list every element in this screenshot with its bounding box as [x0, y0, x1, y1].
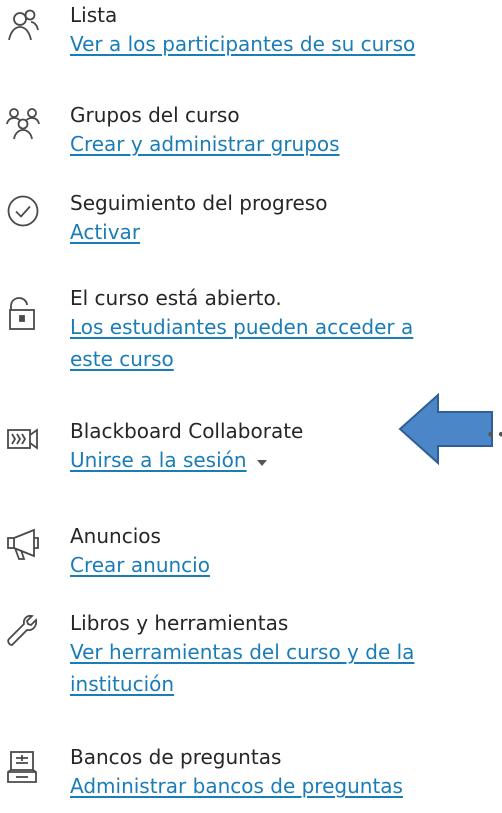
join-session-link[interactable]: Unirse a la sesión — [70, 448, 247, 472]
wrench-icon — [6, 614, 40, 648]
question-banks-link[interactable]: Administrar bancos de preguntas — [70, 770, 492, 802]
course-tools-link[interactable]: Ver herramientas del curso y de la insti… — [70, 636, 492, 700]
course-access-link[interactable]: Los estudiantes pueden acceder a este cu… — [70, 311, 492, 375]
megaphone-icon — [6, 527, 40, 561]
groups-link[interactable]: Crear y administrar grupos — [70, 128, 492, 160]
link-line: Ver herramientas del curso y de la — [70, 640, 415, 664]
create-announcement-link[interactable]: Crear anuncio — [70, 549, 492, 581]
ellipsis-icon: •• — [486, 425, 502, 444]
roster-icon — [6, 8, 40, 42]
menu-item-title: Libros y herramientas — [70, 611, 289, 635]
groups-icon — [6, 106, 40, 140]
menu-item-title: Anuncios — [70, 524, 161, 548]
link-line: Los estudiantes pueden acceder a — [70, 315, 414, 339]
question-bank-icon — [6, 750, 40, 784]
arrow-left-icon — [398, 392, 493, 466]
progress-activate-link[interactable]: Activar — [70, 216, 492, 248]
menu-item-title: Lista — [70, 3, 118, 27]
menu-item-title: Seguimiento del progreso — [70, 191, 328, 215]
link-line: este curso — [70, 347, 174, 371]
roster-link[interactable]: Ver a los participantes de su curso — [70, 28, 492, 60]
menu-item-title: El curso está abierto. — [70, 286, 282, 310]
link-line: institución — [70, 672, 175, 696]
progress-check-icon — [6, 194, 40, 228]
menu-item-title: Grupos del curso — [70, 103, 240, 127]
menu-item-title: Bancos de preguntas — [70, 745, 282, 769]
collaborate-icon — [6, 422, 40, 456]
unlock-icon — [6, 297, 40, 331]
chevron-down-icon[interactable] — [256, 459, 267, 466]
